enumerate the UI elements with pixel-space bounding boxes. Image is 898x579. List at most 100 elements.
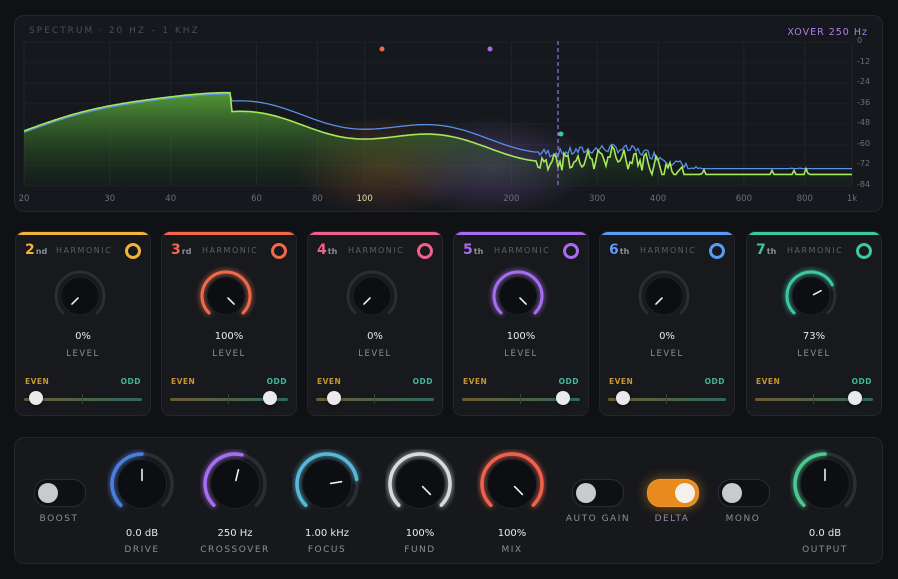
- odd-label: ODD: [558, 377, 579, 386]
- harmonic-enable-button[interactable]: [563, 243, 579, 259]
- harmonic-level-label: LEVEL: [212, 349, 246, 359]
- harmonic-card-7: 7th HARMONIC 73% LEVEL EVEN ODD: [746, 231, 882, 416]
- db-tick-label: -12: [857, 56, 871, 66]
- freq-tick-label: 100: [356, 194, 373, 204]
- mono-toggle[interactable]: [718, 479, 770, 507]
- card-accent-bar: [747, 232, 881, 235]
- freq-tick-label: 40: [165, 194, 177, 204]
- harmonic-level-knob[interactable]: [781, 266, 841, 326]
- harmonic-card-4: 4th HARMONIC 0% LEVEL EVEN ODD: [307, 231, 443, 416]
- focus-label: FOCUS: [307, 545, 347, 555]
- harmonic-enable-button[interactable]: [271, 243, 287, 259]
- odd-label: ODD: [851, 377, 872, 386]
- card-accent-bar: [16, 232, 150, 235]
- slider-center-tick: [520, 394, 521, 404]
- even-odd-slider-thumb[interactable]: [263, 391, 278, 405]
- freq-tick-label: 20: [18, 194, 30, 204]
- even-label: EVEN: [463, 377, 488, 386]
- harmonic-level-label: LEVEL: [66, 349, 100, 359]
- even-odd-slider-thumb[interactable]: [28, 391, 43, 405]
- harmonic-level-label: LEVEL: [504, 349, 538, 359]
- harmonic-level-knob[interactable]: [196, 266, 256, 326]
- db-tick-label: 0: [857, 36, 863, 45]
- spectrum-analyzer[interactable]: SPECTRUM · 20 HZ – 1 KHZ XOVER 250 Hz 20…: [14, 15, 883, 212]
- harmonic-number-suffix: rd: [181, 247, 192, 256]
- freq-tick-label: 200: [503, 194, 520, 204]
- harmonic-level-knob[interactable]: [342, 266, 402, 326]
- auto-gain-toggle[interactable]: [572, 479, 624, 507]
- freq-tick-label: 80: [311, 194, 323, 204]
- harmonic-level-knob[interactable]: [634, 266, 694, 326]
- even-odd-slider-thumb[interactable]: [556, 391, 571, 405]
- drive-label: DRIVE: [124, 545, 160, 555]
- delta-toggle[interactable]: [647, 479, 699, 507]
- even-label: EVEN: [756, 377, 781, 386]
- output-knob[interactable]: [790, 449, 860, 519]
- spectrum-graph: [23, 41, 853, 211]
- harmonic-number-digit: 7: [756, 242, 766, 258]
- odd-label: ODD: [120, 377, 141, 386]
- slider-center-tick: [374, 394, 375, 404]
- harmonic-card-6: 6th HARMONIC 0% LEVEL EVEN ODD: [599, 231, 735, 416]
- focus-knob[interactable]: [292, 449, 362, 519]
- harmonic-node-7[interactable]: [558, 131, 564, 137]
- freq-tick-label: 1k: [846, 194, 858, 204]
- harmonic-node-3[interactable]: [379, 46, 385, 52]
- harmonic-enable-button[interactable]: [709, 243, 725, 259]
- output-value: 0.0 dB: [808, 528, 842, 539]
- harmonic-number-digit: 4: [317, 242, 327, 258]
- crossover-knob[interactable]: [200, 449, 270, 519]
- freq-tick-label: 400: [649, 194, 667, 204]
- boost-toggle[interactable]: [34, 479, 86, 507]
- harmonic-level-label: LEVEL: [650, 349, 684, 359]
- focus-value: 1.00 kHz: [304, 528, 349, 539]
- harmonic-number-suffix: th: [473, 247, 484, 256]
- freq-tick-label: 60: [251, 194, 262, 204]
- even-odd-slider-thumb[interactable]: [326, 391, 341, 405]
- crossover-value: 250 Hz: [217, 528, 253, 539]
- harmonic-number-digit: 5: [463, 242, 473, 258]
- odd-label: ODD: [412, 377, 433, 386]
- even-label: EVEN: [25, 377, 50, 386]
- harmonic-level-knob[interactable]: [488, 266, 548, 326]
- output-label: OUTPUT: [802, 545, 848, 555]
- mix-knob[interactable]: [477, 449, 547, 519]
- harmonic-number: 6th: [609, 242, 629, 258]
- harmonic-level-value: 0%: [75, 331, 91, 342]
- harmonic-number-suffix: nd: [35, 247, 48, 256]
- master-controls-panel: BOOST 0.0 dB DRIVE 250 Hz CROSSOVER 1.00…: [14, 437, 883, 564]
- even-label: EVEN: [317, 377, 342, 386]
- harmonic-node-5[interactable]: [487, 46, 493, 52]
- harmonic-number-digit: 3: [171, 242, 181, 258]
- card-accent-bar: [308, 232, 442, 235]
- harmonic-enable-button[interactable]: [417, 243, 433, 259]
- card-accent-bar: [162, 232, 296, 235]
- harmonic-level-value: 100%: [506, 331, 536, 342]
- db-tick-label: -60: [857, 138, 871, 148]
- crossover-readout: XOVER 250 Hz: [787, 27, 868, 38]
- even-odd-slider-thumb[interactable]: [616, 391, 631, 405]
- freq-tick-label: 300: [589, 194, 606, 204]
- mono-label: MONO: [725, 514, 761, 524]
- fund-knob[interactable]: [385, 449, 455, 519]
- fund-value: 100%: [405, 528, 435, 539]
- harmonic-enable-button[interactable]: [856, 243, 872, 259]
- db-tick-label: -84: [857, 180, 871, 189]
- card-accent-bar: [600, 232, 734, 235]
- harmonic-number-suffix: th: [766, 247, 777, 256]
- mix-value: 100%: [497, 528, 527, 539]
- freq-tick-label: 600: [735, 194, 752, 204]
- db-tick-label: -36: [857, 97, 871, 107]
- even-odd-slider-thumb[interactable]: [848, 391, 863, 405]
- db-tick-label: -48: [857, 118, 871, 128]
- drive-knob[interactable]: [107, 449, 177, 519]
- db-tick-label: -24: [857, 77, 871, 87]
- harmonic-number-suffix: th: [327, 247, 338, 256]
- even-label: EVEN: [609, 377, 634, 386]
- fund-label: FUND: [404, 545, 436, 555]
- harmonic-enable-button[interactable]: [125, 243, 141, 259]
- harmonic-level-knob[interactable]: [50, 266, 110, 326]
- db-tick-label: -72: [857, 159, 871, 169]
- crossover-label: CROSSOVER: [200, 545, 270, 555]
- harmonic-number-digit: 6: [609, 242, 619, 258]
